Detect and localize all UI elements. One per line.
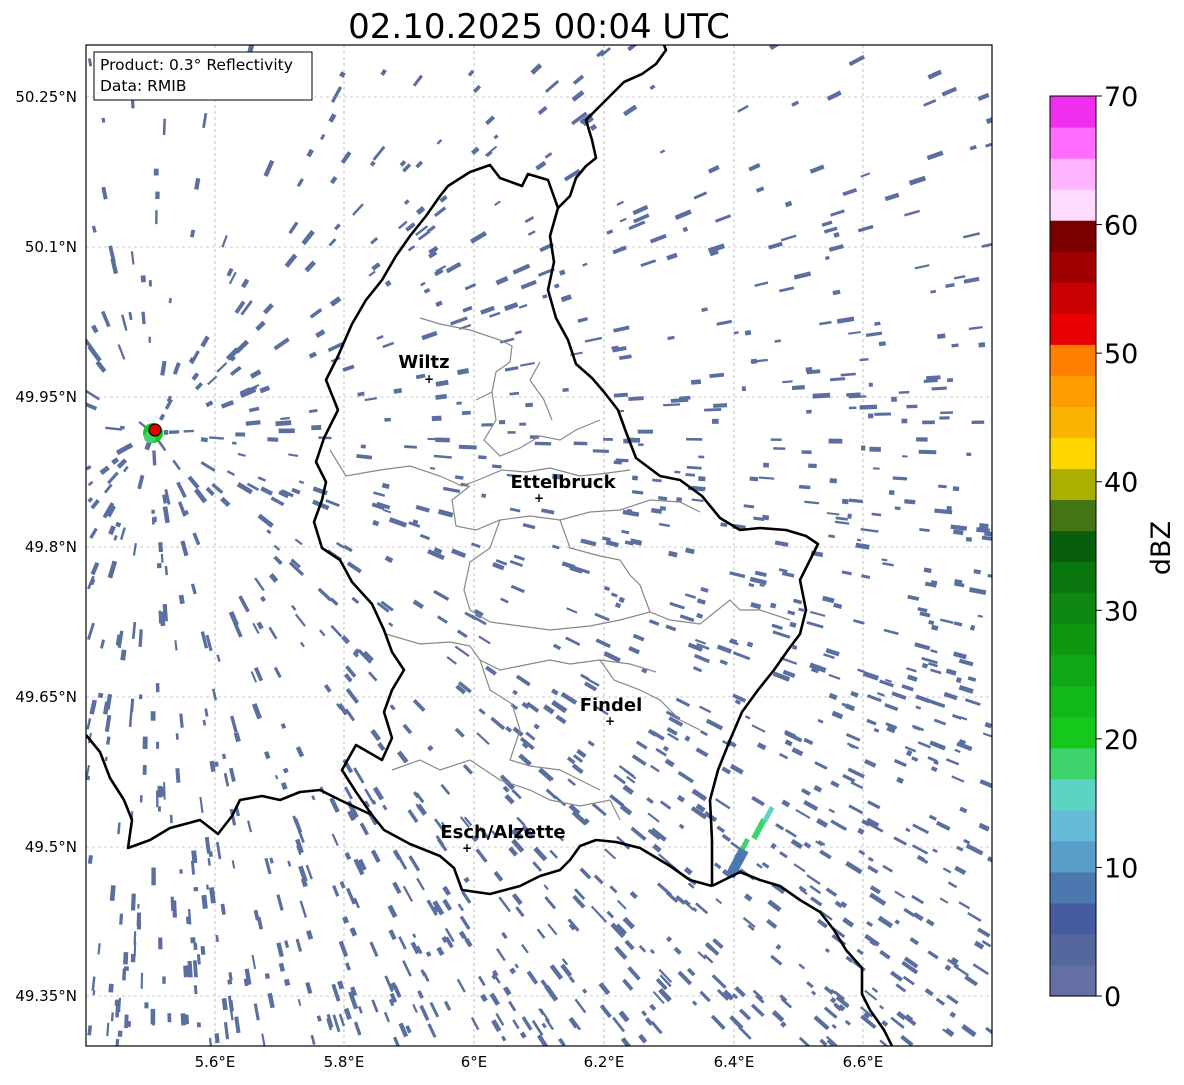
colorbar-block [1050,964,1096,997]
colorbar-tick-label: 10 [1104,853,1138,884]
colorbar-block [1050,592,1096,625]
city-label: Esch/Alzette [440,822,565,843]
colorbar-block [1050,499,1096,532]
colorbar-block [1050,902,1096,935]
colorbar-block [1050,530,1096,563]
colorbar-block [1050,127,1096,159]
lon-label: 6°E [461,1053,488,1071]
colorbar-block [1050,96,1096,128]
map-panel: Wiltz + Ettelbruck + Findel + Esch/Alzet… [85,44,993,1047]
colorbar-block [1050,747,1096,780]
colorbar: 0 10 20 30 40 50 60 70 dBZ [1049,82,1177,1013]
radar-figure: 02.10.2025 00:04 UTC Wiltz + Ettelbruck … [15,7,1177,1071]
lon-label: 5.6°E [195,1053,236,1071]
lon-label: 5.8°E [324,1053,365,1071]
city-marker-icon: + [424,372,434,386]
colorbar-block [1050,778,1096,811]
info-box: Product: 0.3° Reflectivity Data: RMIB [93,51,313,101]
radar-site [143,423,163,443]
colorbar-block [1050,313,1096,345]
radar-site-marker [148,423,162,437]
colorbar-tick-label: 30 [1104,596,1138,627]
colorbar-block [1050,437,1096,470]
colorbar-block [1050,840,1096,873]
lat-label: 49.5°N [25,838,77,856]
info-data-source: Data: RMIB [100,77,187,95]
city-marker-icon: + [462,841,472,855]
colorbar-block [1050,561,1096,594]
colorbar-block [1050,716,1096,749]
city-marker-icon: + [534,491,544,505]
colorbar-tick-label: 70 [1104,82,1138,113]
colorbar-tick-label: 0 [1104,982,1121,1013]
colorbar-block [1050,282,1096,314]
colorbar-tick-label: 40 [1104,468,1138,499]
colorbar-block [1050,189,1096,221]
info-product: Product: 0.3° Reflectivity [100,56,293,74]
city-label: Wiltz [398,352,449,373]
colorbar-block [1050,344,1096,376]
city-marker-icon: + [605,714,615,728]
colorbar-block [1050,375,1096,407]
colorbar-tick-label: 60 [1104,211,1138,242]
colorbar-block [1050,685,1096,718]
colorbar-block [1050,220,1096,252]
plot-title: 02.10.2025 00:04 UTC [348,7,730,47]
colorbar-block [1050,158,1096,190]
longitude-labels: 5.6°E 5.8°E 6°E 6.2°E 6.4°E 6.6°E [195,1053,884,1071]
colorbar-ticks: 0 10 20 30 40 50 60 70 [1096,82,1138,1013]
colorbar-tick-label: 20 [1104,725,1138,756]
lat-label: 49.35°N [15,987,77,1005]
lat-label: 49.8°N [25,538,77,556]
lat-label: 49.65°N [15,688,77,706]
colorbar-block [1050,251,1096,283]
lat-label: 50.25°N [15,88,77,106]
city-label: Ettelbruck [510,472,616,493]
colorbar-block [1050,468,1096,501]
colorbar-blocks [1050,96,1096,997]
latitude-labels: 50.25°N 50.1°N 49.95°N 49.8°N 49.65°N 49… [15,88,77,1005]
lat-label: 49.95°N [15,388,77,406]
colorbar-label: dBZ [1146,521,1177,575]
colorbar-block [1050,654,1096,687]
lon-label: 6.2°E [584,1053,625,1071]
colorbar-block [1050,809,1096,842]
colorbar-tick-label: 50 [1104,339,1138,370]
lon-label: 6.4°E [714,1053,755,1071]
colorbar-block [1050,406,1096,438]
city-label: Findel [580,695,643,716]
colorbar-block [1050,623,1096,656]
colorbar-block [1050,871,1096,904]
lat-label: 50.1°N [25,238,77,256]
colorbar-block [1050,933,1096,966]
lon-label: 6.6°E [843,1053,884,1071]
